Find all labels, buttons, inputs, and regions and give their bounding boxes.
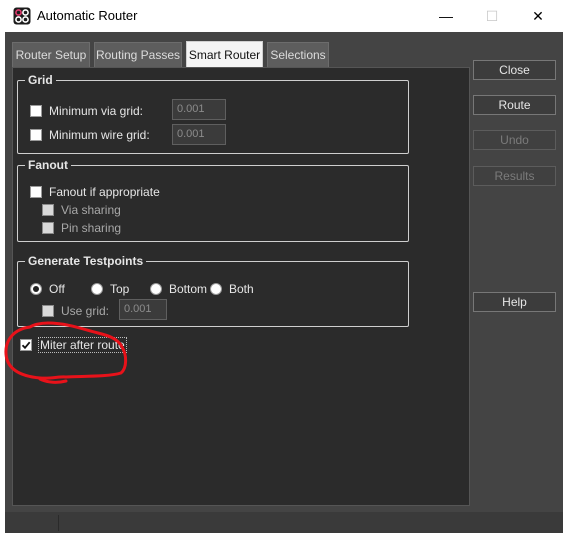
smart-router-page: Grid Minimum via grid: 0.001 Minimum wir… xyxy=(12,67,470,506)
status-bar xyxy=(5,512,563,533)
help-button[interactable]: Help xyxy=(473,292,556,312)
pin-sharing-row: Pin sharing xyxy=(42,221,121,235)
radio-bottom-row[interactable]: Bottom xyxy=(150,282,207,296)
radio-top[interactable] xyxy=(91,283,103,295)
fanout-label: Fanout if appropriate xyxy=(49,185,160,199)
min-wire-label: Minimum wire grid: xyxy=(49,128,150,142)
undo-button[interactable]: Undo xyxy=(473,130,556,150)
miter-row[interactable]: Miter after route xyxy=(20,337,127,353)
tab-smart-router[interactable]: Smart Router xyxy=(186,41,263,68)
tab-router-setup[interactable]: Router Setup xyxy=(12,42,90,67)
radio-bottom-label: Bottom xyxy=(169,282,208,296)
window-title: Automatic Router xyxy=(37,8,138,23)
title-bar: Automatic Router — ☐ ✕ xyxy=(0,0,563,32)
testpoints-group: Generate Testpoints Off Top Bottom Both … xyxy=(17,254,409,327)
use-grid-label: Use grid: xyxy=(61,304,110,318)
radio-off-label: Off xyxy=(49,282,65,296)
tab-routing-passes[interactable]: Routing Passes xyxy=(94,42,182,67)
fanout-checkbox[interactable] xyxy=(30,186,42,198)
radio-bottom[interactable] xyxy=(150,283,162,295)
status-bar-divider xyxy=(58,515,59,531)
minimize-button[interactable]: — xyxy=(423,0,469,32)
radio-off-row[interactable]: Off xyxy=(30,282,65,296)
min-via-input[interactable]: 0.001 xyxy=(172,99,226,120)
results-button[interactable]: Results xyxy=(473,166,556,186)
min-via-row: Minimum via grid: xyxy=(30,104,143,118)
via-sharing-label: Via sharing xyxy=(61,203,121,217)
radio-both-label: Both xyxy=(229,282,254,296)
testpoints-group-title: Generate Testpoints xyxy=(25,254,147,268)
check-icon xyxy=(21,341,31,350)
min-via-checkbox[interactable] xyxy=(30,105,42,117)
min-wire-input[interactable]: 0.001 xyxy=(172,124,226,145)
grid-group: Grid Minimum via grid: 0.001 Minimum wir… xyxy=(17,73,409,154)
maximize-button[interactable]: ☐ xyxy=(469,0,515,32)
fanout-group: Fanout Fanout if appropriate Via sharing… xyxy=(17,158,409,242)
radio-top-label: Top xyxy=(110,282,130,296)
min-wire-checkbox[interactable] xyxy=(30,129,42,141)
radio-off[interactable] xyxy=(30,283,42,295)
min-via-label: Minimum via grid: xyxy=(49,104,144,118)
use-grid-row: Use grid: xyxy=(42,304,109,318)
pin-sharing-checkbox[interactable] xyxy=(42,222,54,234)
miter-checkbox[interactable] xyxy=(20,339,32,351)
use-grid-checkbox[interactable] xyxy=(42,305,54,317)
grid-group-title: Grid xyxy=(25,73,56,87)
tab-selections[interactable]: Selections xyxy=(267,42,329,67)
radio-both-row[interactable]: Both xyxy=(210,282,254,296)
min-wire-row: Minimum wire grid: xyxy=(30,128,150,142)
router-app-icon xyxy=(13,7,31,25)
close-button[interactable]: Close xyxy=(473,60,556,80)
fanout-row: Fanout if appropriate xyxy=(30,185,160,199)
radio-both[interactable] xyxy=(210,283,222,295)
radio-top-row[interactable]: Top xyxy=(91,282,129,296)
via-sharing-checkbox[interactable] xyxy=(42,204,54,216)
via-sharing-row: Via sharing xyxy=(42,203,121,217)
close-window-button[interactable]: ✕ xyxy=(515,0,561,32)
fanout-group-title: Fanout xyxy=(25,158,71,172)
route-button[interactable]: Route xyxy=(473,95,556,115)
radio-selected-dot xyxy=(33,286,39,292)
use-grid-input[interactable]: 0.001 xyxy=(119,299,167,320)
miter-label: Miter after route xyxy=(38,337,127,353)
pin-sharing-label: Pin sharing xyxy=(61,221,122,235)
